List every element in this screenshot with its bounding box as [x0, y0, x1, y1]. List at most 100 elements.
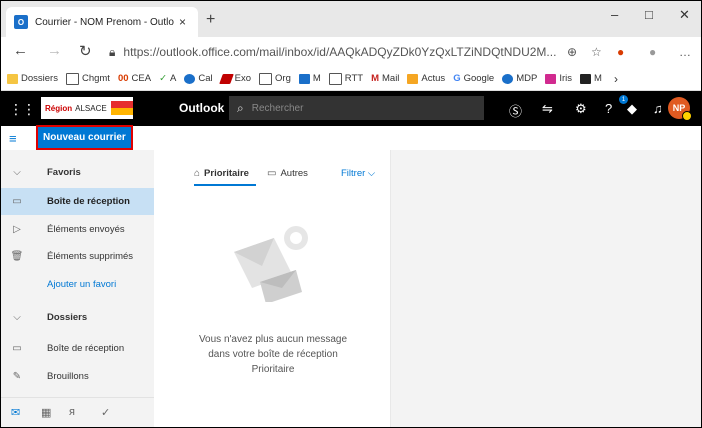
folder-item-inbox[interactable]: ▭ Boîte de réception — [1, 335, 154, 362]
folder-item-inbox-fav[interactable]: ▭ Boîte de réception — [1, 188, 154, 215]
outlook-favicon-icon: O — [14, 15, 28, 29]
exo-icon — [218, 73, 234, 84]
settings-icon[interactable]: ⚙ — [575, 101, 587, 117]
bookmark-google[interactable]: G Google — [453, 73, 494, 84]
favorite-star-icon[interactable]: ☆ — [591, 45, 602, 59]
more-menu-icon[interactable]: … — [679, 45, 691, 59]
other-icon: ▭ — [267, 168, 277, 179]
profile-icon[interactable]: ● — [649, 45, 656, 59]
empty-inbox-illustration — [234, 226, 308, 302]
url-field[interactable]: 🔒︎ https://outlook.office.com/mail/inbox… — [109, 42, 639, 62]
browser-window: O Courrier - NOM Prenom - Outlo × + – □ … — [0, 0, 702, 428]
send-icon: ▷ — [13, 224, 21, 235]
tab-focused[interactable]: ⌂ Prioritaire — [194, 168, 249, 179]
notification-badge: 1 — [619, 95, 628, 104]
bookmark-mail[interactable]: M Mail — [371, 73, 399, 84]
focused-icon: ⌂ — [194, 168, 201, 179]
bookmark-actus[interactable]: Actus — [407, 73, 445, 84]
extension-icon[interactable]: ● — [617, 45, 624, 59]
bookmarks-overflow-icon[interactable]: › — [614, 72, 618, 86]
bookmark-mdp[interactable]: MDP — [502, 73, 537, 84]
inbox-icon: ▭ — [12, 343, 22, 354]
bookmark-exo[interactable]: Exo — [218, 73, 251, 84]
search-icon: ⌕ — [237, 100, 244, 115]
avatar[interactable]: NP — [668, 97, 692, 121]
favorites-header[interactable]: ⌵ Favoris — [1, 159, 154, 186]
folders-header[interactable]: ⌵ Dossiers — [1, 304, 154, 331]
bookmark-org[interactable]: Org — [259, 72, 291, 85]
url-text: https://outlook.office.com/mail/inbox/id… — [123, 45, 557, 59]
search-placeholder: Rechercher — [251, 102, 304, 114]
plus-circle-icon[interactable]: ⊕ — [567, 45, 577, 59]
lock-icon: 🔒︎ — [109, 44, 116, 59]
bookmark-cal[interactable]: Cal — [184, 73, 213, 84]
tab-other[interactable]: ▭ Autres — [267, 168, 308, 179]
check-icon: ✓ — [159, 73, 168, 84]
new-mail-button[interactable]: Nouveau courrier — [36, 125, 133, 150]
hamburger-menu-icon[interactable]: ≡ — [9, 131, 17, 146]
iris-icon — [545, 73, 557, 84]
tab-title: Courrier - NOM Prenom - Outlo — [35, 16, 174, 28]
empty-state-text: Vous n'avez plus aucun message dans votr… — [198, 334, 348, 375]
close-window-button[interactable]: ✕ — [679, 7, 690, 23]
bookmark-iris[interactable]: Iris — [545, 73, 572, 84]
people-icon[interactable]: ᴙ — [69, 406, 75, 418]
calendar-icon[interactable]: ▦ — [41, 406, 51, 419]
whats-new-icon[interactable]: ◆ — [627, 101, 637, 117]
close-tab-icon[interactable]: × — [179, 15, 186, 29]
skype-icon[interactable]: Ⓢ — [509, 101, 522, 120]
reading-pane — [391, 150, 701, 427]
page-icon — [65, 72, 79, 85]
chevron-down-icon: ⌵ — [13, 167, 21, 178]
bookmark-rtt[interactable]: RTT — [328, 72, 363, 85]
address-bar: ← → ↻ 🔒︎ https://outlook.office.com/mail… — [1, 37, 701, 67]
bookmark-cea[interactable]: 00 CEA — [118, 73, 151, 84]
bookmarks-bar: Dossiers Chgmt 00 CEA ✓ A Cal Exo Org M RT… — [1, 67, 701, 91]
tab-underline — [194, 184, 256, 186]
maximize-button[interactable]: □ — [645, 7, 653, 22]
cea-icon: 00 — [117, 73, 129, 84]
folder-item-deleted[interactable]: 🗑︎ Éléments supprimés — [1, 243, 154, 270]
add-favorite-link[interactable]: Ajouter un favori — [1, 271, 154, 298]
gmail-icon: M — [371, 73, 379, 84]
presence-icon — [682, 111, 692, 121]
browser-tab[interactable]: O Courrier - NOM Prenom - Outlo × — [6, 7, 198, 37]
suite-header: ⋮⋮⋮ Région ALSACE Outlook ⌕ Rechercher Ⓢ… — [1, 91, 701, 126]
folder-icon — [7, 73, 18, 84]
bookmark-m[interactable]: M — [298, 73, 321, 84]
chevron-down-icon: ⌵ — [365, 168, 376, 179]
bell-icon[interactable]: ♫ — [653, 101, 663, 116]
inbox-icon: ▭ — [12, 196, 22, 207]
module-switcher: ✉ ▦ ᴙ ✓ — [1, 397, 154, 427]
mail-icon[interactable]: ✉ — [11, 406, 20, 419]
teams-icon[interactable]: ⇋ — [542, 101, 553, 117]
app-name[interactable]: Outlook — [179, 101, 224, 115]
message-list: ⌂ Prioritaire ▭ Autres Filtrer ⌵ Vous n'… — [154, 150, 391, 427]
news-icon — [407, 73, 419, 84]
bookmark-m2[interactable]: M — [580, 73, 602, 84]
region-flag-icon — [110, 101, 133, 115]
password-icon — [502, 73, 514, 84]
back-icon[interactable]: ← — [13, 42, 28, 59]
org-logo[interactable]: Région ALSACE — [41, 97, 133, 119]
bookmark-chgmt[interactable]: Chgmt — [65, 72, 110, 85]
folder-item-sent[interactable]: ▷ Éléments envoyés — [1, 216, 154, 243]
tab-strip: O Courrier - NOM Prenom - Outlo × + – □ … — [1, 1, 701, 37]
chevron-down-icon: ⌵ — [13, 312, 21, 323]
folder-item-drafts[interactable]: ✎ Brouillons — [1, 363, 154, 390]
reload-icon[interactable]: ↻ — [79, 42, 92, 60]
command-bar: ≡ Nouveau courrier — [1, 125, 701, 151]
tasks-icon[interactable]: ✓ — [101, 406, 110, 419]
calendar-icon — [184, 73, 196, 84]
page-icon — [259, 72, 273, 85]
new-tab-button[interactable]: + — [206, 11, 215, 29]
help-icon[interactable]: ? — [605, 101, 612, 116]
minimize-button[interactable]: – — [611, 7, 618, 22]
trash-icon: 🗑︎ — [10, 251, 24, 262]
bookmark-dossiers[interactable]: Dossiers — [7, 73, 58, 84]
search-box[interactable]: ⌕ Rechercher — [229, 96, 484, 120]
bookmark-a[interactable]: ✓ A — [159, 73, 176, 84]
filter-button[interactable]: Filtrer ⌵ — [341, 168, 375, 179]
forward-icon[interactable]: → — [47, 42, 62, 59]
pencil-icon: ✎ — [12, 371, 22, 382]
